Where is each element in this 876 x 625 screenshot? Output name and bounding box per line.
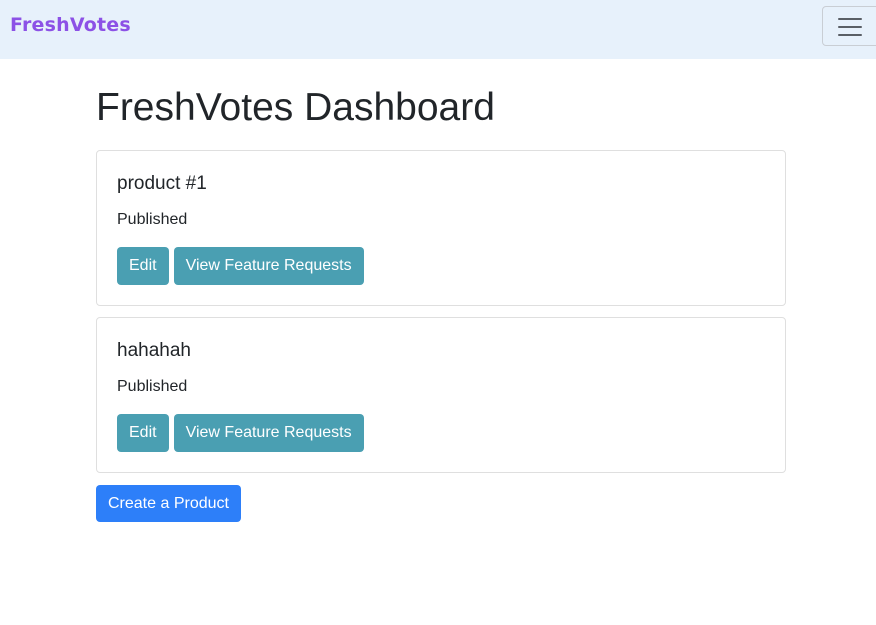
product-status: Published bbox=[117, 378, 188, 395]
product-list: product #1 Published Edit View Feature R… bbox=[96, 150, 786, 484]
product-name: hahahah bbox=[117, 340, 191, 361]
product-actions: Edit View Feature Requests bbox=[117, 247, 364, 285]
hamburger-menu-icon-bar bbox=[838, 34, 862, 36]
view-feature-requests-button[interactable]: View Feature Requests bbox=[173, 247, 364, 285]
view-feature-requests-button[interactable]: View Feature Requests bbox=[173, 414, 364, 452]
product-name: product #1 bbox=[117, 173, 207, 194]
product-card: hahahah Published Edit View Feature Requ… bbox=[96, 317, 786, 473]
hamburger-menu-icon-bar bbox=[838, 26, 862, 28]
edit-product-button[interactable]: Edit bbox=[117, 247, 169, 285]
product-actions: Edit View Feature Requests bbox=[117, 414, 364, 452]
edit-product-button[interactable]: Edit bbox=[117, 414, 169, 452]
product-card: product #1 Published Edit View Feature R… bbox=[96, 150, 786, 306]
hamburger-menu-icon bbox=[838, 18, 862, 20]
page-title: FreshVotes Dashboard bbox=[96, 86, 495, 129]
product-status: Published bbox=[117, 211, 188, 228]
create-product-button[interactable]: Create a Product bbox=[96, 485, 241, 522]
navbar-toggler-button[interactable] bbox=[822, 6, 876, 46]
top-navbar: FreshVotes bbox=[0, 0, 876, 59]
brand-logo-link[interactable]: FreshVotes bbox=[10, 14, 131, 36]
